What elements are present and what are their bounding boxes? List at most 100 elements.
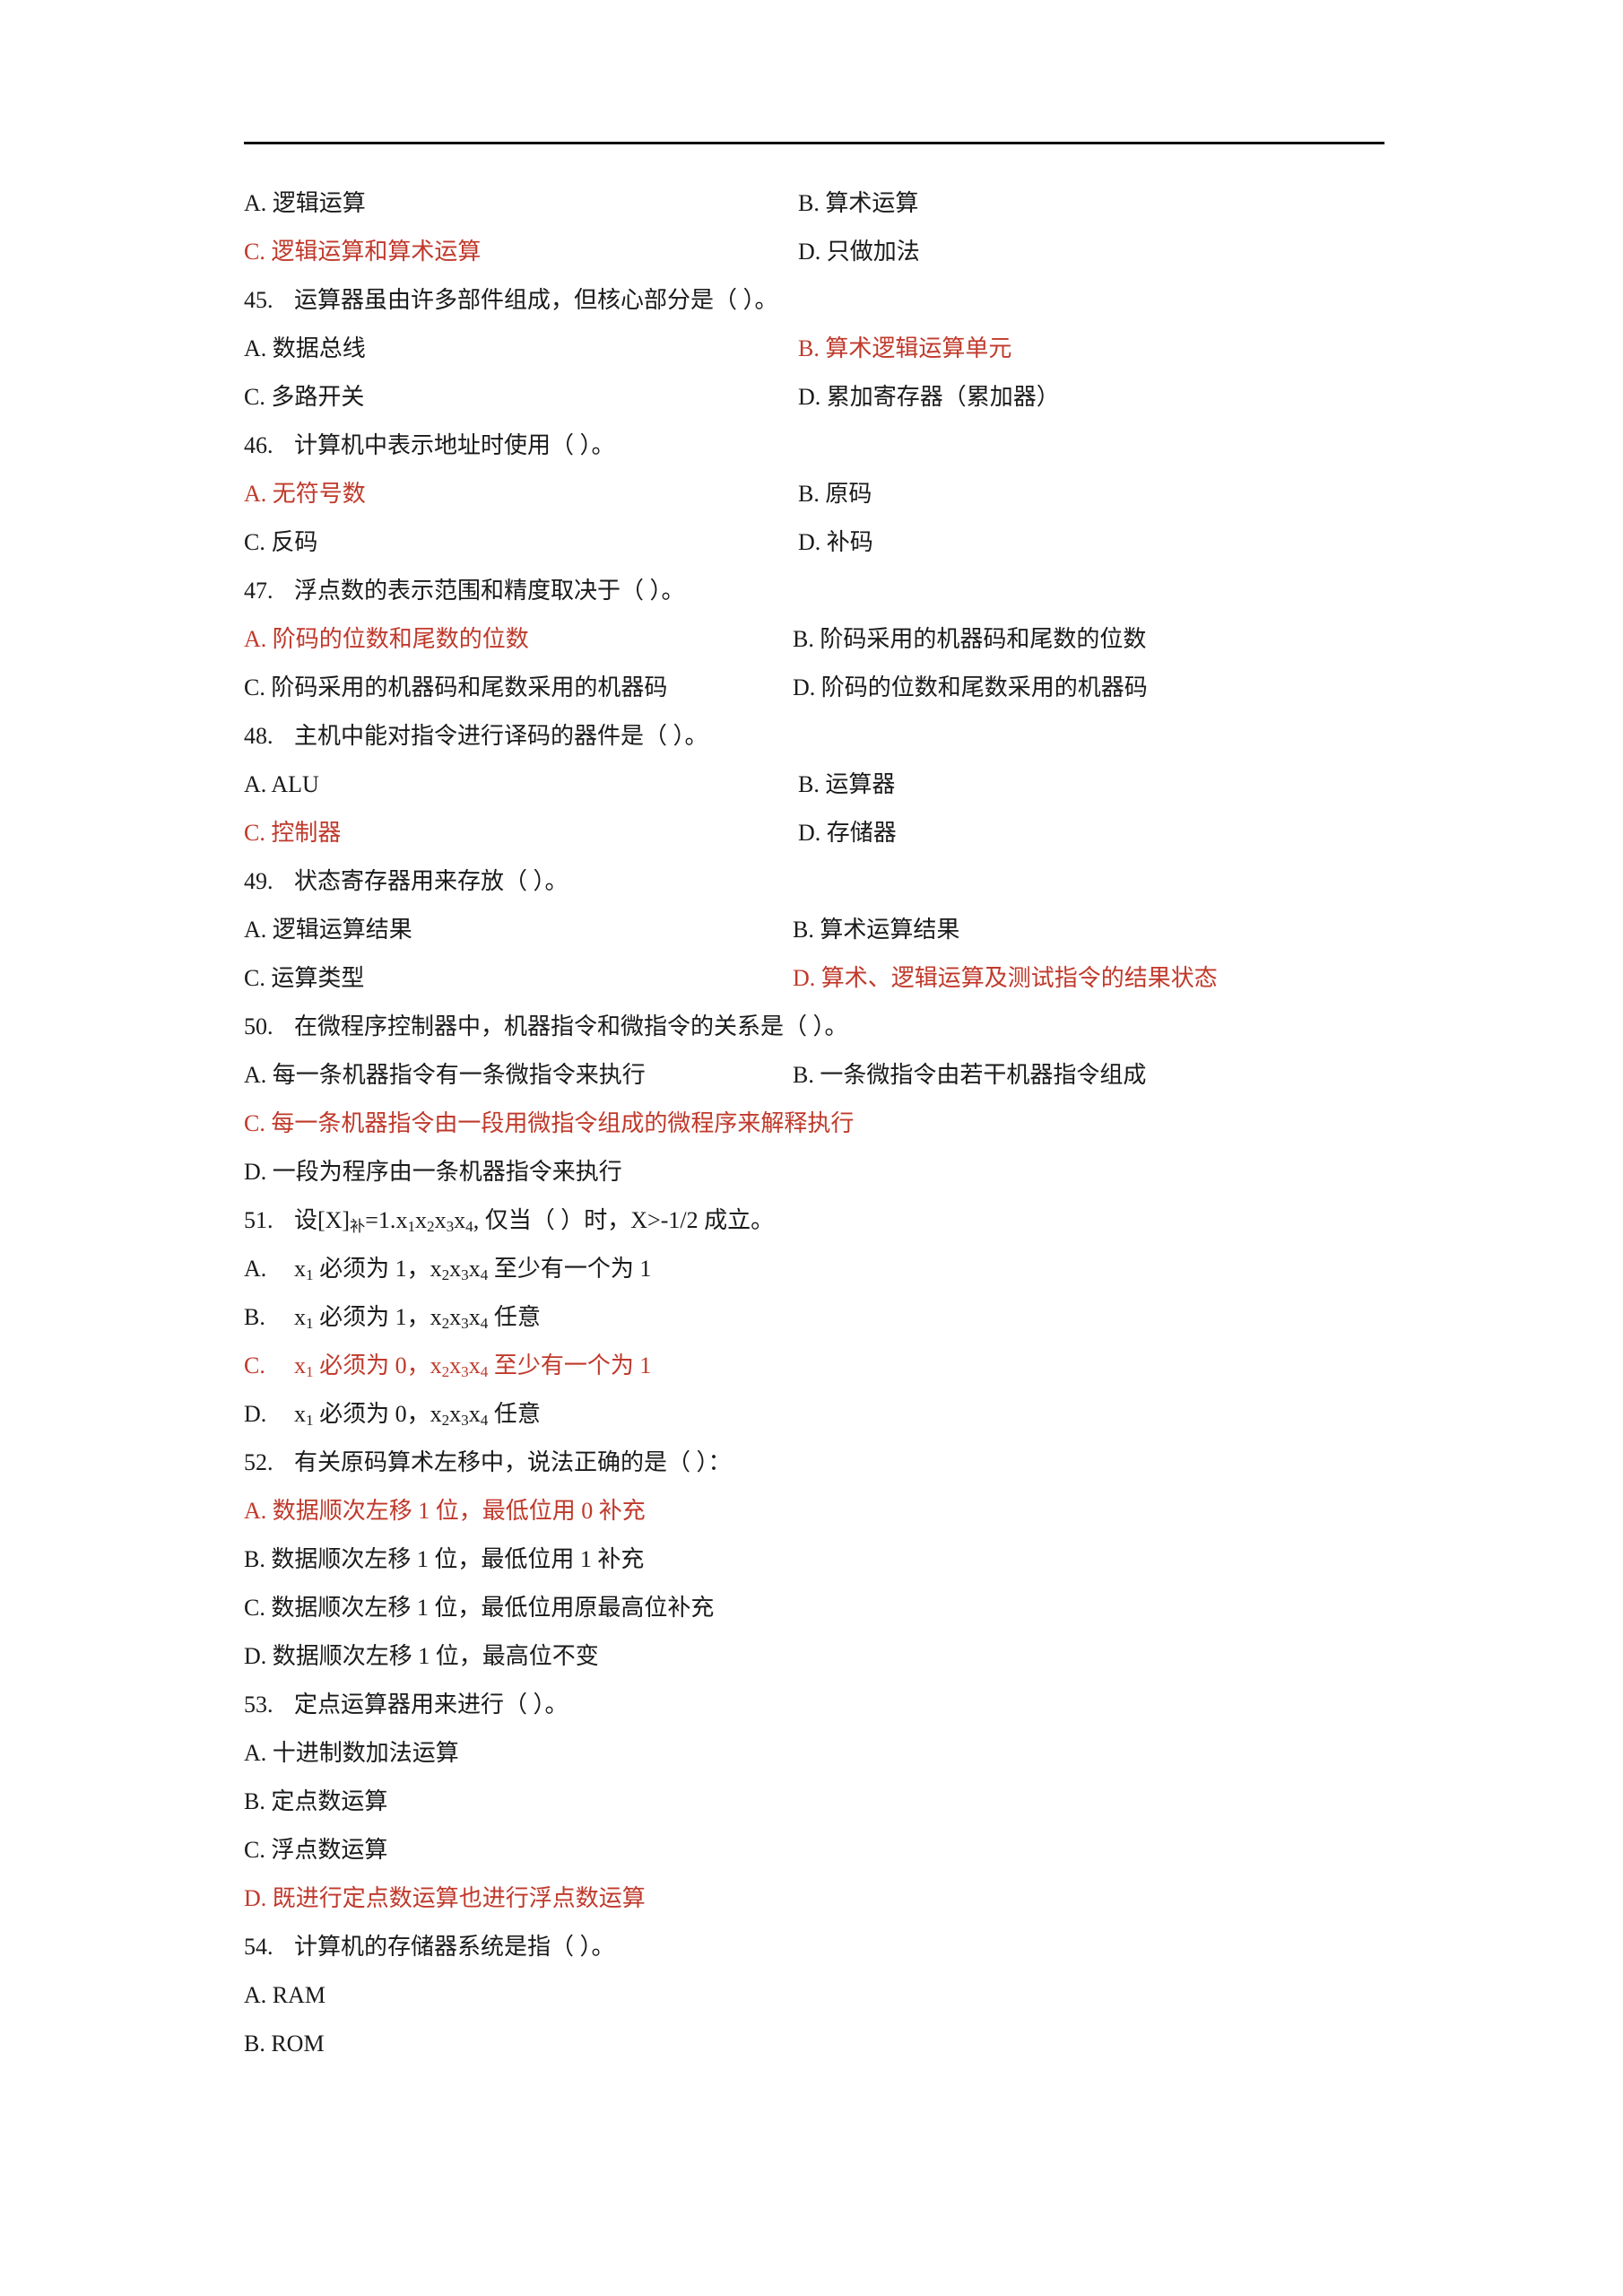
question-row: 45. 运算器虽由许多部件组成，但核心部分是（ ）。	[244, 285, 1401, 334]
q51-stem-x3-sub: 3	[446, 1217, 455, 1235]
q51-b-x4: x	[468, 1304, 481, 1330]
q51-stem-sub-bu: 补	[350, 1217, 366, 1235]
option-row: C. 控制器 D. 存储器	[244, 818, 1401, 866]
q54-stem-text: 计算机的存储器系统是指（ ）。	[294, 1934, 615, 1960]
option-row: A. 每一条机器指令有一条微指令来执行 B. 一条微指令由若干机器指令组成	[244, 1060, 1401, 1109]
q52-option-c: C. 数据顺次左移 1 位，最低位用原最高位补充	[244, 1595, 715, 1621]
q49-stem-text: 状态寄存器用来存放（ ）。	[294, 868, 568, 894]
question-row: 54. 计算机的存储器系统是指（ ）。	[244, 1932, 1401, 1980]
q52-option-b: B. 数据顺次左移 1 位，最低位用 1 补充	[244, 1546, 645, 1572]
q50-number: 50.	[244, 1013, 273, 1039]
q51-c-x2-sub: 2	[441, 1362, 450, 1380]
q51-d-x2: x	[430, 1401, 442, 1427]
question-row: 53. 定点运算器用来进行（ ）。	[244, 1690, 1401, 1738]
option-row: C. 多路开关 D. 累加寄存器（累加器）	[244, 382, 1401, 430]
q51-b-x2: x	[430, 1304, 442, 1330]
q45-option-b: B. 算术逻辑运算单元	[798, 335, 1012, 361]
q51-a-x2: x	[430, 1256, 442, 1282]
option-row: D. x1 必须为 0，x2x3x4 任意	[244, 1399, 1401, 1448]
option-row: A. 逻辑运算结果 B. 算术运算结果	[244, 915, 1401, 963]
q49-option-c: C. 运算类型	[244, 965, 365, 991]
q47-option-a: A. 阶码的位数和尾数的位数	[244, 626, 529, 652]
q51-stem-x3: x	[434, 1207, 447, 1233]
option-row: A. 逻辑运算 B. 算术运算	[244, 188, 1401, 237]
question-row: 47. 浮点数的表示范围和精度取决于（ ）。	[244, 576, 1401, 624]
q52-stem-text: 有关原码算术左移中，说法正确的是（ ）：	[294, 1449, 732, 1475]
q46-stem-text: 计算机中表示地址时使用（ ）。	[294, 432, 615, 458]
q48-option-d: D. 存储器	[798, 820, 897, 846]
q51-option-d: D. x1 必须为 0，x2x3x4 任意	[244, 1399, 541, 1430]
q51-a-x3: x	[449, 1256, 462, 1282]
q51-b-x3-sub: 3	[461, 1314, 469, 1332]
q51-b-x2-sub: 2	[441, 1314, 450, 1332]
q51-stem-p2: =1.	[365, 1207, 396, 1233]
q51-option-d-text: x1 必须为 0，x2x3x4 任意	[294, 1401, 541, 1429]
q51-d-x3: x	[449, 1401, 462, 1427]
q51-stem-x4-sub: 4	[465, 1217, 473, 1235]
q54-option-a: A. RAM	[244, 1982, 326, 2008]
question-row: 49. 状态寄存器用来存放（ ）。	[244, 866, 1401, 915]
q51-a-x1: x	[294, 1256, 306, 1282]
q51-a-x1-sub: 1	[306, 1265, 314, 1283]
q51-d-x3-sub: 3	[461, 1411, 469, 1429]
q49-option-b: B. 算术运算结果	[793, 917, 960, 943]
q52-number: 52.	[244, 1449, 273, 1475]
q51-d-x1: x	[294, 1401, 306, 1427]
q51-a-x3-sub: 3	[461, 1265, 469, 1283]
q54-number: 54.	[244, 1934, 273, 1960]
questions-container: A. 逻辑运算 B. 算术运算 C. 逻辑运算和算术运算 D. 只做加法 45.…	[244, 188, 1401, 2077]
q51-a-end: 至少有一个为 1	[488, 1256, 652, 1282]
q53-option-d: D. 既进行定点数运算也进行浮点数运算	[244, 1885, 646, 1911]
q51-b-mid: 必须为 1，	[313, 1304, 430, 1330]
option-row: C. 每一条机器指令由一段用微指令组成的微程序来解释执行	[244, 1109, 1401, 1157]
q47-option-c: C. 阶码采用的机器码和尾数采用的机器码	[244, 674, 668, 700]
document-page: A. 逻辑运算 B. 算术运算 C. 逻辑运算和算术运算 D. 只做加法 45.…	[0, 0, 1623, 2296]
q51-c-mid: 必须为 0，	[313, 1352, 430, 1378]
option-row: D. 一段为程序由一条机器指令来执行	[244, 1157, 1401, 1205]
option-row: B. 数据顺次左移 1 位，最低位用 1 补充	[244, 1544, 1401, 1593]
q44-option-c: C. 逻辑运算和算术运算	[244, 239, 482, 265]
q51-option-c: C. x1 必须为 0，x2x3x4 至少有一个为 1	[244, 1351, 651, 1381]
q49-option-a: A. 逻辑运算结果	[244, 917, 412, 943]
q47-stem-text: 浮点数的表示范围和精度取决于（ ）。	[294, 578, 685, 604]
question-row: 50. 在微程序控制器中，机器指令和微指令的关系是（ ）。	[244, 1012, 1401, 1060]
q53-option-b: B. 定点数运算	[244, 1788, 388, 1814]
q52-stem: 52. 有关原码算术左移中，说法正确的是（ ）：	[244, 1448, 732, 1478]
q45-number: 45.	[244, 287, 273, 313]
q51-b-end: 任意	[488, 1304, 541, 1330]
q51-stem-text: 设[X]补=1.x1x2x3x4, 仅当（ ）时，X>-1/2 成立。	[294, 1207, 775, 1235]
option-row: A. ALU B. 运算器	[244, 770, 1401, 818]
q51-stem-p3: , 仅当（ ）时，X>-1/2 成立。	[473, 1207, 775, 1233]
q50-option-b: B. 一条微指令由若干机器指令组成	[793, 1062, 1147, 1088]
q46-stem: 46. 计算机中表示地址时使用（ ）。	[244, 430, 615, 461]
q51-d-end: 任意	[488, 1401, 541, 1427]
q47-stem: 47. 浮点数的表示范围和精度取决于（ ）。	[244, 576, 685, 606]
q48-stem: 48. 主机中能对指令进行译码的器件是（ ）。	[244, 721, 708, 752]
q46-option-d: D. 补码	[798, 529, 873, 555]
q51-c-x1: x	[294, 1352, 306, 1378]
option-row: C. 数据顺次左移 1 位，最低位用原最高位补充	[244, 1593, 1401, 1641]
option-row: C. x1 必须为 0，x2x3x4 至少有一个为 1	[244, 1351, 1401, 1399]
q51-d-x2-sub: 2	[441, 1411, 450, 1429]
q51-number: 51.	[244, 1207, 273, 1233]
header-divider-rule	[244, 142, 1384, 144]
option-row: D. 既进行定点数运算也进行浮点数运算	[244, 1883, 1401, 1932]
option-row: A. 无符号数 B. 原码	[244, 479, 1401, 527]
q51-option-b-text: x1 必须为 1，x2x3x4 任意	[294, 1304, 541, 1332]
q51-d-mid: 必须为 0，	[313, 1401, 430, 1427]
q50-stem-text: 在微程序控制器中，机器指令和微指令的关系是（ ）。	[294, 1013, 848, 1039]
q51-b-x1: x	[294, 1304, 306, 1330]
q51-d-x4: x	[468, 1401, 481, 1427]
option-row: C. 运算类型 D. 算术、逻辑运算及测试指令的结果状态	[244, 963, 1401, 1012]
q52-option-d: D. 数据顺次左移 1 位，最高位不变	[244, 1643, 599, 1669]
q50-option-a: A. 每一条机器指令有一条微指令来执行	[244, 1062, 646, 1088]
q51-option-a-letter: A.	[244, 1256, 267, 1282]
q44-option-a: A. 逻辑运算	[244, 190, 366, 216]
option-row: D. 数据顺次左移 1 位，最高位不变	[244, 1641, 1401, 1690]
q51-option-a-text: x1 必须为 1，x2x3x4 至少有一个为 1	[294, 1256, 652, 1283]
option-row: A. 十进制数加法运算	[244, 1738, 1401, 1787]
option-row: B. x1 必须为 1，x2x3x4 任意	[244, 1302, 1401, 1351]
option-row: A. 阶码的位数和尾数的位数 B. 阶码采用的机器码和尾数的位数	[244, 624, 1401, 673]
q46-option-b: B. 原码	[798, 481, 872, 507]
q48-stem-text: 主机中能对指令进行译码的器件是（ ）。	[294, 723, 708, 749]
